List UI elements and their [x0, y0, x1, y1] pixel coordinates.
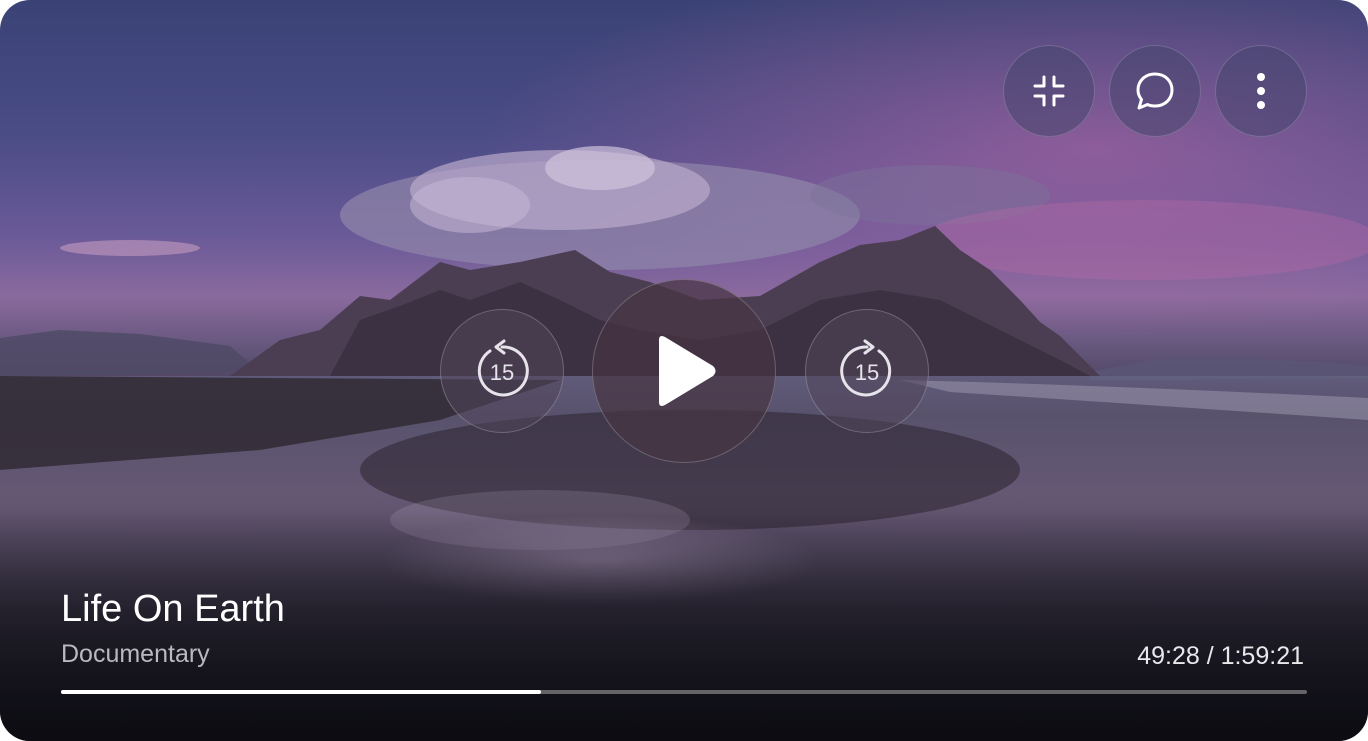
- progress-bar-fill: [61, 690, 541, 694]
- rewind-seconds-label: 15: [490, 360, 514, 385]
- rewind-15-icon: 15: [477, 339, 529, 397]
- more-options-button[interactable]: [1215, 45, 1307, 137]
- comments-button[interactable]: [1109, 45, 1201, 137]
- time-display: 49:28 / 1:59:21: [1137, 642, 1304, 670]
- rewind-15-button[interactable]: 15: [440, 309, 564, 433]
- video-title: Life On Earth: [61, 588, 285, 630]
- forward-15-icon: 15: [840, 339, 892, 397]
- video-genre: Documentary: [61, 640, 210, 668]
- progress-bar[interactable]: [61, 690, 1307, 694]
- exit-fullscreen-icon: [1033, 75, 1065, 107]
- chat-bubble-icon: [1136, 72, 1174, 110]
- play-icon: [659, 336, 716, 406]
- forward-seconds-label: 15: [855, 360, 879, 385]
- exit-fullscreen-button[interactable]: [1003, 45, 1095, 137]
- forward-15-button[interactable]: 15: [805, 309, 929, 433]
- play-button[interactable]: [592, 279, 776, 463]
- more-vertical-icon: [1257, 73, 1265, 109]
- video-player[interactable]: 15 15 Life On Earth Documentary 49:28 / …: [0, 0, 1368, 741]
